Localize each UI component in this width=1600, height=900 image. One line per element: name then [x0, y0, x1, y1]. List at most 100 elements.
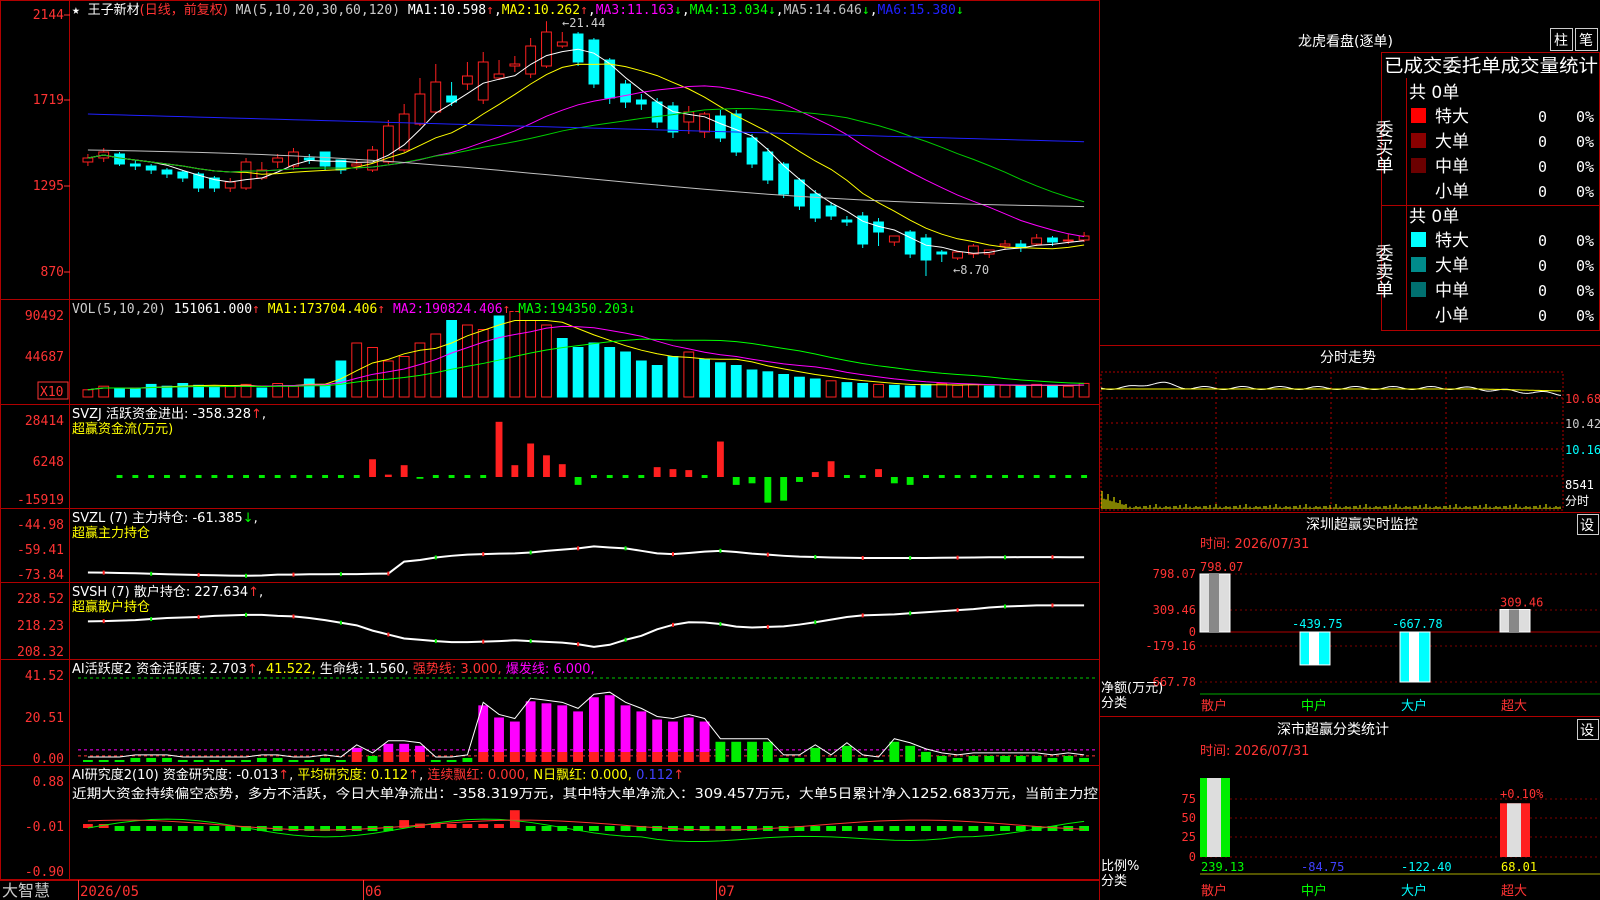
candlestick-chart[interactable] — [82, 21, 1090, 276]
research-bar — [351, 826, 362, 831]
active-bar — [98, 759, 109, 762]
flow-tick — [606, 475, 613, 478]
sz-monitor-chart[interactable]: 798.07 309.46 0-179.16 -667.78 798.07 散户 -439.… — [1145, 560, 1600, 714]
order-qty: 0 — [1538, 108, 1547, 126]
active-base — [589, 752, 599, 762]
order-color-swatch — [1411, 108, 1426, 123]
sz-axis-label: 净额(万元) — [1101, 681, 1163, 696]
active-base — [699, 752, 710, 762]
vol-ma-line — [87, 325, 1085, 391]
indicator-mark — [1004, 555, 1007, 560]
order-pct: 0% — [1576, 133, 1594, 151]
monitor-category: 散户 — [1201, 698, 1227, 714]
indicator-mark — [102, 619, 105, 624]
volume-bar — [730, 365, 742, 398]
volume-bar — [857, 383, 869, 398]
active-base — [573, 752, 583, 762]
volume-bar — [809, 378, 821, 398]
volume-bar — [256, 387, 268, 398]
intraday-chart[interactable] — [1100, 371, 1564, 511]
flow-tick — [923, 475, 929, 478]
volume-bar — [114, 387, 125, 398]
candle-down — [635, 99, 647, 105]
active-bar — [1063, 755, 1074, 762]
volume-bar — [999, 384, 1011, 398]
active-base — [351, 752, 362, 762]
active-bar — [952, 757, 963, 762]
sz-class-chart[interactable]: 75 50 25 0 +0.10% 239.13 散户 -84.75 中户 -122.40 大户 68… — [1182, 778, 1600, 899]
flow-bar — [543, 455, 550, 477]
volume-bar — [161, 385, 173, 398]
flow-bar — [669, 469, 677, 477]
research-bar — [193, 826, 204, 831]
order-name: 小单 — [1435, 182, 1469, 202]
candle-down — [794, 179, 805, 207]
monitor-bar-shade — [1509, 609, 1519, 632]
ai-active-y-ticks: 41.52 20.51 0.00 — [25, 669, 64, 767]
svsh-chart[interactable] — [87, 603, 1085, 648]
y-tick: 218.23 — [17, 619, 64, 634]
buy-total: 共 0单 — [1409, 83, 1459, 103]
flow-tick — [274, 475, 281, 478]
flow-tick — [590, 475, 597, 478]
flow-tick — [622, 475, 629, 478]
sz-monitor-title: 深圳超赢实时监控 — [1306, 516, 1418, 533]
volume-chart[interactable] — [82, 311, 1090, 398]
active-base — [604, 752, 615, 762]
volume-bar — [873, 383, 884, 398]
candle-down — [730, 113, 742, 153]
svzl-chart[interactable] — [87, 545, 1085, 578]
flow-bar — [875, 469, 882, 477]
candle-down — [620, 83, 631, 103]
ai-research-y-ticks: 0.88 -0.01 -0.90 — [25, 775, 64, 880]
y-tick: 44687 — [25, 350, 64, 365]
flow-bar — [574, 477, 582, 485]
research-bar — [494, 824, 504, 828]
svzj-sub: 超赢资金流(万元) — [72, 421, 173, 437]
research-bar — [683, 826, 694, 831]
active-bar — [304, 759, 315, 762]
active-base — [525, 752, 536, 762]
volume-bar — [303, 378, 315, 398]
flow-bar — [827, 461, 835, 477]
active-base — [668, 752, 678, 762]
class-pct-label: +0.10% — [1500, 787, 1544, 801]
active-bar — [1079, 757, 1089, 762]
active-bar — [1015, 755, 1026, 762]
active-bar — [968, 755, 979, 762]
ai-active-chart[interactable] — [78, 677, 1095, 762]
order-pct: 0% — [1576, 158, 1594, 176]
active-bar — [446, 759, 457, 762]
svzj-chart[interactable] — [116, 421, 1088, 503]
main-header: ★ 王子新材(日线，前复权) MA(5,10,20,30,60,120) MA1… — [72, 2, 964, 18]
order-name: 小单 — [1435, 306, 1469, 326]
indicator-mark — [909, 555, 912, 560]
flow-tick — [954, 475, 961, 478]
intraday-tick: 8541 — [1565, 478, 1594, 492]
flow-tick — [1081, 475, 1088, 478]
indicator-mark — [624, 546, 627, 551]
active-base — [683, 752, 694, 762]
flow-tick — [986, 475, 993, 478]
flow-bar — [764, 477, 772, 503]
volume-bar — [825, 380, 837, 398]
active-base — [541, 752, 552, 762]
flow-bar — [495, 421, 503, 477]
stock-name: ★ 王子新材(日线，前复权) MA(5,10,20,30,60,120) MA1… — [72, 2, 964, 18]
research-bar — [905, 826, 916, 831]
order-pct: 0% — [1576, 232, 1594, 250]
active-base — [636, 752, 647, 762]
volume-bar — [983, 385, 995, 398]
monitor-bar-label: 798.07 — [1200, 560, 1243, 574]
volume-bar — [1015, 385, 1027, 398]
y-tick: 20.51 — [25, 711, 64, 726]
indicator-mark — [766, 552, 769, 557]
ai-research-chart[interactable] — [83, 810, 1089, 843]
candle-up — [462, 75, 473, 85]
active-bar — [83, 759, 93, 762]
volume-bar — [224, 385, 236, 398]
indicator-mark — [387, 571, 390, 576]
flow-bar — [780, 477, 788, 501]
candle-down — [936, 251, 948, 255]
ma-lines — [87, 48, 1085, 254]
